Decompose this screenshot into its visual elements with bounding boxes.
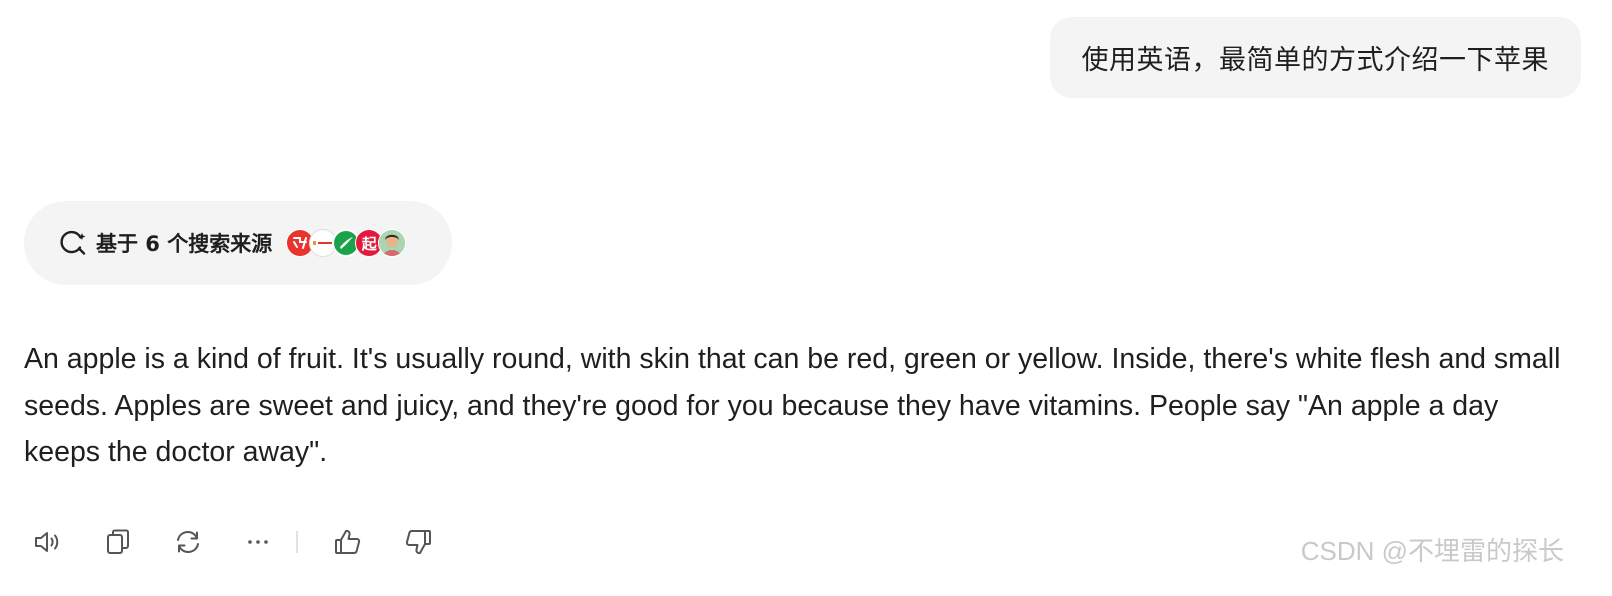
message-action-bar <box>30 522 436 562</box>
source-avatars: 起 <box>286 229 407 257</box>
user-message-bubble: 使用英语，最简单的方式介绍一下苹果 <box>1049 17 1581 98</box>
regenerate-icon[interactable] <box>170 524 206 560</box>
more-icon[interactable] <box>240 524 276 560</box>
csdn-watermark: CSDN @不埋雷的探长 <box>1300 536 1564 566</box>
thumbs-down-icon[interactable] <box>400 524 436 560</box>
action-divider <box>296 531 298 553</box>
sources-button[interactable]: 基于 6 个搜索来源 起 <box>24 201 452 285</box>
speaker-icon[interactable] <box>30 524 66 560</box>
assistant-answer: An apple is a kind of fruit. It's usuall… <box>24 343 1561 468</box>
source-5-icon <box>378 229 407 257</box>
search-sources-icon <box>58 228 88 258</box>
thumbs-up-icon[interactable] <box>330 524 366 560</box>
sources-label: 基于 6 个搜索来源 <box>96 232 273 256</box>
user-message-text: 使用英语，最简单的方式介绍一下苹果 <box>1081 45 1549 76</box>
copy-icon[interactable] <box>100 524 136 560</box>
